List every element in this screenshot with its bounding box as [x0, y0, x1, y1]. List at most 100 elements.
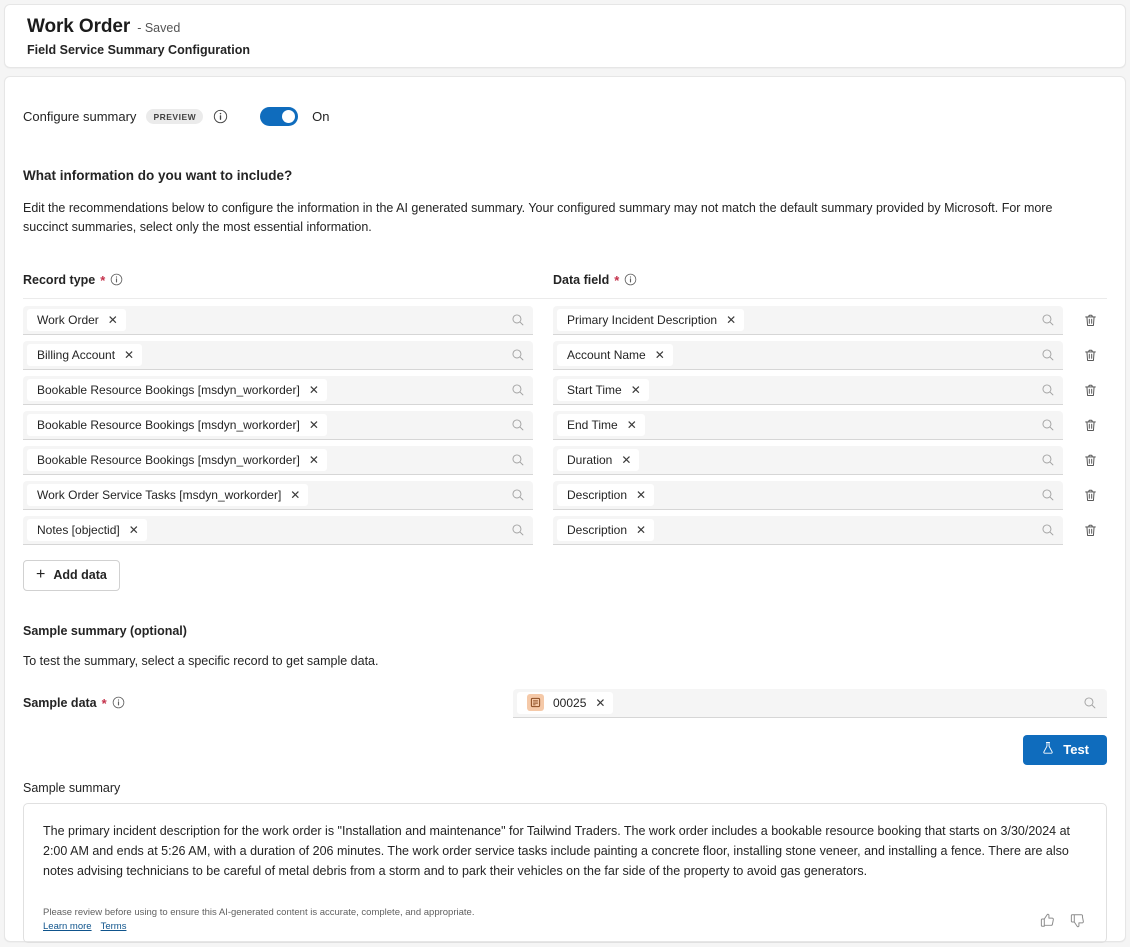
- remove-chip-icon[interactable]: ✕: [621, 454, 631, 466]
- record-type-chip-label: Work Order Service Tasks [msdyn_workorde…: [37, 488, 281, 502]
- record-type-chip-label: Bookable Resource Bookings [msdyn_workor…: [37, 453, 300, 467]
- configure-summary-toggle[interactable]: [260, 107, 298, 126]
- sample-data-row: Sample data * 00025 ✕: [23, 689, 1107, 718]
- remove-chip-icon[interactable]: ✕: [309, 419, 319, 431]
- search-icon[interactable]: [1041, 523, 1055, 537]
- search-icon[interactable]: [511, 418, 525, 432]
- remove-chip-icon[interactable]: ✕: [726, 314, 736, 326]
- record-type-input[interactable]: Billing Account✕: [23, 341, 533, 370]
- search-icon[interactable]: [511, 348, 525, 362]
- record-type-input[interactable]: Bookable Resource Bookings [msdyn_workor…: [23, 411, 533, 440]
- section-description: Edit the recommendations below to config…: [23, 199, 1083, 238]
- remove-chip-icon[interactable]: ✕: [309, 454, 319, 466]
- data-field-chip-label: Duration: [567, 453, 612, 467]
- record-type-chip: Work Order✕: [27, 309, 126, 331]
- test-button[interactable]: Test: [1023, 735, 1107, 765]
- required-asterisk: *: [614, 274, 619, 287]
- terms-link[interactable]: Terms: [101, 921, 127, 932]
- delete-row-button[interactable]: [1077, 482, 1103, 508]
- data-field-input[interactable]: Start Time✕: [553, 376, 1063, 405]
- delete-row-button[interactable]: [1077, 517, 1103, 543]
- remove-chip-icon[interactable]: ✕: [636, 524, 646, 536]
- record-entity-icon: [527, 694, 544, 711]
- data-field-input[interactable]: End Time✕: [553, 411, 1063, 440]
- search-icon[interactable]: [1041, 383, 1055, 397]
- test-button-row: Test: [23, 735, 1107, 765]
- learn-more-link[interactable]: Learn more: [43, 921, 92, 932]
- flask-icon: [1041, 741, 1055, 758]
- search-icon[interactable]: [1041, 488, 1055, 502]
- delete-row-button[interactable]: [1077, 307, 1103, 333]
- delete-row-button[interactable]: [1077, 412, 1103, 438]
- record-type-input[interactable]: Notes [objectid]✕: [23, 516, 533, 545]
- header-card: Work Order - Saved Field Service Summary…: [4, 4, 1126, 68]
- ai-disclaimer-text: Please review before using to ensure thi…: [43, 906, 474, 920]
- record-type-input[interactable]: Work Order✕: [23, 306, 533, 335]
- add-data-button[interactable]: + Add data: [23, 560, 120, 591]
- thumbs-down-icon[interactable]: [1069, 912, 1087, 930]
- data-field-info-icon[interactable]: [624, 273, 639, 288]
- data-field-chip-label: Account Name: [567, 348, 646, 362]
- data-field-chip: Description✕: [557, 484, 654, 506]
- search-icon[interactable]: [1041, 453, 1055, 467]
- sample-data-label: Sample data *: [23, 696, 513, 711]
- search-icon[interactable]: [511, 313, 525, 327]
- data-field-input[interactable]: Description✕: [553, 516, 1063, 545]
- header-divider: [23, 298, 1107, 299]
- page-title: Work Order: [27, 16, 130, 38]
- data-field-input[interactable]: Primary Incident Description ✕: [553, 306, 1063, 335]
- remove-chip-icon[interactable]: ✕: [595, 697, 605, 709]
- required-asterisk: *: [100, 274, 105, 287]
- record-type-chip: Notes [objectid]✕: [27, 519, 147, 541]
- record-type-input[interactable]: Bookable Resource Bookings [msdyn_workor…: [23, 446, 533, 475]
- mapping-rows: Work Order✕ Primary Incident Description ✕…: [23, 306, 1107, 545]
- data-field-chip: Description✕: [557, 519, 654, 541]
- record-type-input[interactable]: Work Order Service Tasks [msdyn_workorde…: [23, 481, 533, 510]
- remove-chip-icon[interactable]: ✕: [631, 384, 641, 396]
- sample-data-input[interactable]: 00025 ✕: [513, 689, 1107, 718]
- search-icon[interactable]: [1083, 696, 1097, 710]
- add-data-label: Add data: [53, 568, 106, 582]
- sample-data-label-text: Sample data: [23, 696, 97, 710]
- remove-chip-icon[interactable]: ✕: [129, 524, 139, 536]
- remove-chip-icon[interactable]: ✕: [124, 349, 134, 361]
- data-field-input[interactable]: Account Name ✕: [553, 341, 1063, 370]
- record-type-chip: Bookable Resource Bookings [msdyn_workor…: [27, 449, 327, 471]
- sample-data-chip: 00025 ✕: [517, 692, 613, 714]
- page-root: Work Order - Saved Field Service Summary…: [0, 0, 1130, 947]
- page-subtitle: Field Service Summary Configuration: [27, 43, 1125, 57]
- data-field-chip: Account Name ✕: [557, 344, 673, 366]
- toggle-state-label: On: [312, 109, 329, 124]
- thumbs-up-icon[interactable]: [1039, 912, 1057, 930]
- configure-summary-label: Configure summary: [23, 109, 136, 124]
- remove-chip-icon[interactable]: ✕: [309, 384, 319, 396]
- remove-chip-icon[interactable]: ✕: [655, 349, 665, 361]
- info-icon[interactable]: [213, 109, 228, 124]
- record-type-info-icon[interactable]: [110, 273, 125, 288]
- remove-chip-icon[interactable]: ✕: [108, 314, 118, 326]
- remove-chip-icon[interactable]: ✕: [636, 489, 646, 501]
- remove-chip-icon[interactable]: ✕: [290, 489, 300, 501]
- search-icon[interactable]: [511, 383, 525, 397]
- plus-icon: +: [36, 567, 45, 583]
- sample-summary-box: The primary incident description for the…: [23, 803, 1107, 943]
- data-field-chip-label: Primary Incident Description: [567, 313, 717, 327]
- delete-row-button[interactable]: [1077, 447, 1103, 473]
- save-status: - Saved: [137, 21, 180, 35]
- search-icon[interactable]: [511, 488, 525, 502]
- sample-summary-label: Sample summary: [23, 781, 1107, 795]
- delete-row-button[interactable]: [1077, 377, 1103, 403]
- search-icon[interactable]: [511, 523, 525, 537]
- search-icon[interactable]: [1041, 348, 1055, 362]
- sample-data-info-icon[interactable]: [112, 696, 127, 711]
- column-headers: Record type * Data field *: [23, 273, 1107, 288]
- remove-chip-icon[interactable]: ✕: [627, 419, 637, 431]
- search-icon[interactable]: [511, 453, 525, 467]
- data-field-input[interactable]: Description✕: [553, 481, 1063, 510]
- record-type-input[interactable]: Bookable Resource Bookings [msdyn_workor…: [23, 376, 533, 405]
- delete-row-button[interactable]: [1077, 342, 1103, 368]
- search-icon[interactable]: [1041, 418, 1055, 432]
- sample-summary-description: To test the summary, select a specific r…: [23, 654, 1107, 668]
- search-icon[interactable]: [1041, 313, 1055, 327]
- data-field-input[interactable]: Duration ✕: [553, 446, 1063, 475]
